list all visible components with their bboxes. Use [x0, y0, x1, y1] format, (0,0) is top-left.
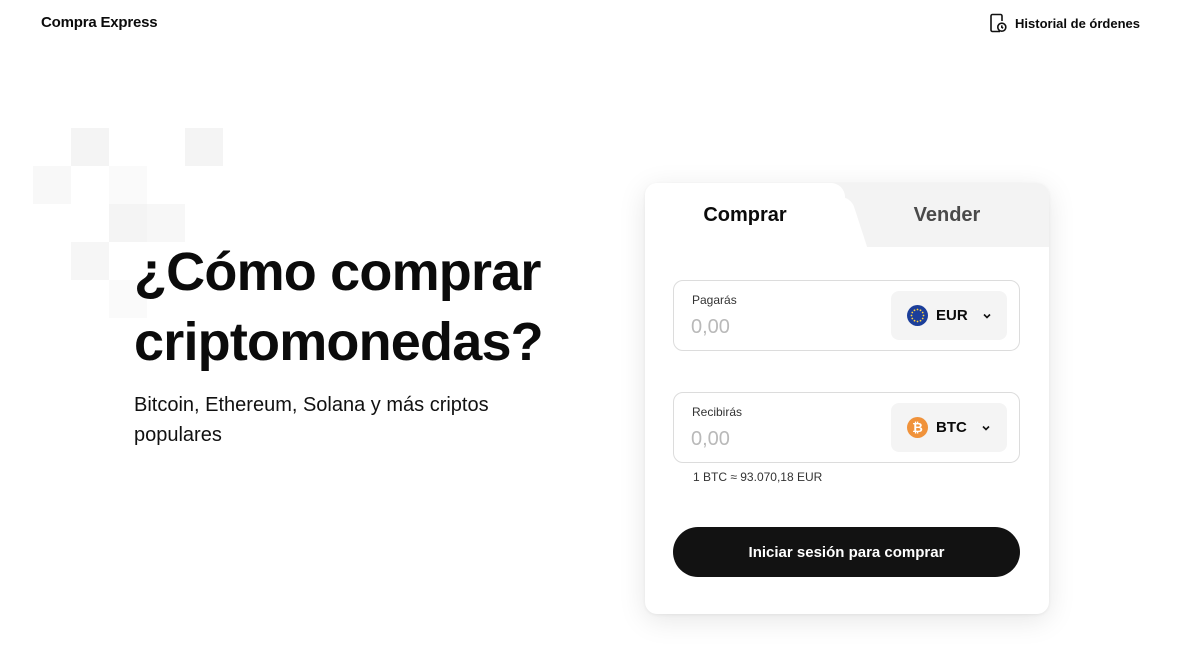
order-history-link[interactable]: Historial de órdenes: [989, 13, 1140, 33]
decor-pixel: [109, 166, 147, 204]
chevron-down-icon: [980, 309, 994, 323]
login-to-buy-button[interactable]: Iniciar sesión para comprar: [673, 527, 1020, 577]
svg-text:₿: ₿: [912, 420, 923, 435]
receive-currency-select[interactable]: ₿ BTC: [891, 403, 1007, 452]
decor-pixel: [33, 166, 71, 204]
exchange-rate: 1 BTC ≈ 93.070,18 EUR: [693, 470, 823, 484]
pay-label: Pagarás: [692, 293, 737, 307]
pay-field: Pagarás EUR: [673, 280, 1020, 351]
order-history-label: Historial de órdenes: [1015, 15, 1140, 31]
chevron-down-icon: [979, 421, 993, 435]
pay-amount-input[interactable]: [691, 313, 861, 341]
tab-buy[interactable]: Comprar: [645, 183, 845, 247]
hero-subtitle: Bitcoin, Ethereum, Solana y más criptos …: [134, 394, 489, 446]
tab-bar: Vender Comprar: [645, 183, 1049, 247]
receive-amount-input[interactable]: [691, 425, 861, 453]
receive-field: Recibirás ₿ BTC: [673, 392, 1020, 463]
pay-currency-code: EUR: [936, 307, 968, 324]
brand-name[interactable]: Compra Express: [41, 14, 158, 31]
top-bar: Compra Express Historial de órdenes: [0, 0, 1200, 46]
hero-title: ¿Cómo comprar criptomonedas?: [134, 242, 544, 372]
tab-sell[interactable]: Vender: [845, 183, 1049, 247]
decor-pixel: [185, 128, 223, 166]
tab-buy-label: Comprar: [703, 204, 787, 226]
order-history-icon: [989, 13, 1007, 33]
receive-currency-code: BTC: [936, 419, 967, 436]
receive-label: Recibirás: [692, 405, 743, 419]
decor-pixel: [71, 242, 109, 280]
buy-sell-widget: Vender Comprar Pagarás EUR: [645, 183, 1049, 614]
eur-flag-icon: [907, 305, 928, 326]
decor-pixel: [71, 128, 109, 166]
pay-currency-select[interactable]: EUR: [891, 291, 1007, 340]
btc-icon: ₿: [907, 417, 928, 438]
